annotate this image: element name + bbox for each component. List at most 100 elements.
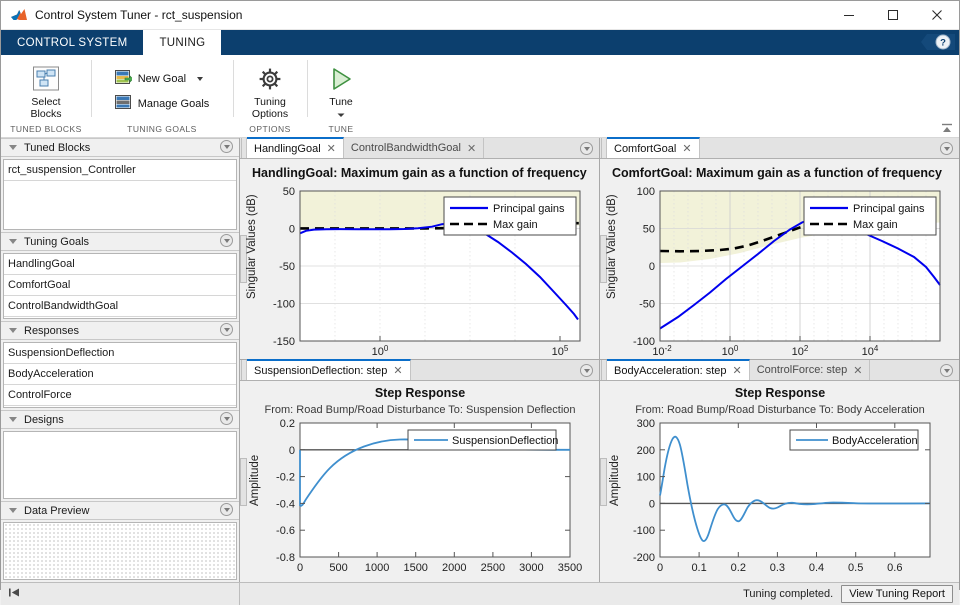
new-goal-label: New Goal: [137, 72, 187, 85]
suspension-ytick--0.8: -0.8: [276, 552, 295, 564]
sidebar-section-designs-header[interactable]: Designs: [1, 410, 239, 429]
tabstrip-suspension-menu[interactable]: [580, 360, 599, 380]
control-system-tuner-window: Control System Tuner - rct_suspension CO…: [0, 0, 960, 605]
tab-comfortgoal-label: ComfortGoal: [614, 142, 677, 155]
tab-bodyacceleration-step[interactable]: BodyAcceleration: step ✕: [607, 359, 750, 380]
chevron-down-icon[interactable]: [9, 328, 17, 333]
matlab-icon: [10, 7, 28, 23]
tune-button[interactable]: Tune: [317, 62, 365, 121]
sidebar-list-data-preview[interactable]: [3, 522, 237, 580]
jump-to-start-icon[interactable]: [8, 587, 21, 601]
sidebar-section-tuned-blocks-header[interactable]: Tuned Blocks: [1, 138, 239, 157]
suspension-ytick--0.6: -0.6: [276, 525, 295, 537]
tab-comfortgoal[interactable]: ComfortGoal ✕: [607, 137, 700, 158]
sidebar-section-data-preview-header[interactable]: Data Preview: [1, 501, 239, 520]
tabstrip-bodyaccel-menu[interactable]: [940, 360, 959, 380]
sidebar-list-designs[interactable]: [3, 431, 237, 499]
minimize-button[interactable]: [827, 1, 871, 29]
bodyaccel-xtick-0.3: 0.3: [770, 562, 785, 574]
new-goal-button[interactable]: New Goal: [112, 69, 213, 89]
bodyaccel-xtick-0.4: 0.4: [809, 562, 824, 574]
tab-drag-grip[interactable]: [600, 360, 607, 380]
select-blocks-button[interactable]: Select Blocks: [15, 62, 77, 120]
play-icon: [326, 64, 356, 94]
list-item[interactable]: HandlingGoal: [4, 254, 236, 275]
bodyaccel-ytick-200: 200: [637, 445, 655, 457]
sidebar-list-tuning-goals[interactable]: HandlingGoal ComfortGoal ControlBandwidt…: [3, 253, 237, 319]
bodyaccel-xtick-0.5: 0.5: [848, 562, 863, 574]
sidebar-section-tuned-blocks-menu-icon[interactable]: [220, 139, 233, 156]
suspension-xtick-2500: 2500: [481, 562, 505, 574]
manage-goals-button[interactable]: Manage Goals: [112, 94, 213, 114]
sidebar-section-responses-menu-icon[interactable]: [220, 322, 233, 339]
sidebar-section-tuning-goals-header[interactable]: Tuning Goals: [1, 232, 239, 251]
handling-ytick-0: 0: [289, 224, 295, 236]
select-blocks-icon: [31, 64, 61, 94]
tab-controlbandwidthgoal-label: ControlBandwidthGoal: [350, 142, 461, 154]
suspension-ylabel: Amplitude: [249, 455, 261, 506]
list-item[interactable]: ComfortGoal: [4, 275, 236, 296]
list-item[interactable]: SuspensionDeflection: [4, 343, 236, 364]
maximize-button[interactable]: [871, 1, 915, 29]
close-icon[interactable]: ✕: [733, 364, 742, 377]
comfort-ytick-100: 100: [637, 186, 655, 198]
plot-handling-goal: HandlingGoal: Maximum gain as a function…: [240, 159, 599, 359]
comfort-xtick-3: 102: [792, 344, 809, 358]
ribbon-group-tuning-goals: New Goal Manage Goals TUNING GOALS: [91, 55, 233, 137]
help-button[interactable]: ?: [933, 33, 953, 51]
sidebar-list-tuned-blocks[interactable]: rct_suspension_Controller: [3, 159, 237, 230]
bodyaccel-ytick-300: 300: [637, 418, 655, 430]
handling-chart-title: HandlingGoal: Maximum gain as a function…: [252, 166, 587, 180]
ribbon-tab-strip: CONTROL SYSTEM TUNING ?: [1, 30, 959, 55]
sidebar-list-responses[interactable]: SuspensionDeflection BodyAcceleration Co…: [3, 342, 237, 408]
close-icon[interactable]: ✕: [682, 142, 691, 155]
tabstrip-handling-menu[interactable]: [580, 138, 599, 158]
list-item[interactable]: BodyAcceleration: [4, 364, 236, 385]
tuning-options-button[interactable]: Tuning Options: [239, 62, 301, 120]
tab-handlinggoal[interactable]: HandlingGoal ✕: [247, 137, 344, 158]
close-icon[interactable]: ✕: [853, 364, 862, 377]
ribbon-filler: [375, 55, 959, 137]
sidebar-section-designs-menu-icon[interactable]: [220, 411, 233, 428]
sidebar-section-data-preview-menu-icon[interactable]: [220, 502, 233, 519]
comfort-goal-chart-svg: ComfortGoal: Maximum gain as a function …: [606, 166, 942, 358]
list-item[interactable]: rct_suspension_Controller: [4, 160, 236, 181]
handling-xtick-1: 100: [372, 344, 389, 358]
close-button[interactable]: [915, 1, 959, 29]
chevron-down-icon[interactable]: [9, 239, 17, 244]
tab-controlbandwidthgoal[interactable]: ControlBandwidthGoal ✕: [343, 138, 485, 158]
chevron-down-icon[interactable]: [9, 508, 17, 513]
sidebar-section-responses-header[interactable]: Responses: [1, 321, 239, 340]
chevron-down-icon[interactable]: [197, 76, 204, 81]
collapse-ribbon-button[interactable]: [939, 121, 955, 135]
window-controls: [827, 1, 959, 29]
tabstrip-suspension: SuspensionDeflection: step ✕: [240, 359, 599, 381]
comfort-legend-maxgain: Max gain: [853, 219, 898, 231]
handling-ylabel: Singular Values (dB): [246, 194, 258, 299]
tab-drag-grip[interactable]: [240, 360, 247, 380]
tabstrip-comfort: ComfortGoal ✕: [600, 137, 959, 159]
tab-control-system[interactable]: CONTROL SYSTEM: [1, 30, 143, 55]
sidebar-section-tuning-goals-menu-icon[interactable]: [220, 233, 233, 250]
tab-drag-grip[interactable]: [240, 138, 247, 158]
chevron-down-icon[interactable]: [9, 145, 17, 150]
tab-tuning[interactable]: TUNING: [143, 30, 222, 55]
tab-handlinggoal-label: HandlingGoal: [254, 142, 321, 155]
tab-suspensiondeflection-step[interactable]: SuspensionDeflection: step ✕: [247, 359, 411, 380]
tab-controlforce-step[interactable]: ControlForce: step ✕: [749, 360, 871, 380]
suspension-ytick-0.2: 0.2: [280, 418, 295, 430]
chevron-down-icon[interactable]: [9, 417, 17, 422]
handling-legend: Principal gains Max gain: [443, 196, 577, 236]
ribbon-group-tuned-blocks: Select Blocks TUNED BLOCKS: [1, 55, 91, 137]
tab-drag-grip[interactable]: [600, 138, 607, 158]
close-icon[interactable]: ✕: [467, 142, 476, 155]
tabstrip-comfort-menu[interactable]: [940, 138, 959, 158]
close-icon[interactable]: ✕: [327, 142, 336, 155]
list-item[interactable]: ControlForce: [4, 385, 236, 406]
tab-tuning-label: TUNING: [159, 36, 206, 49]
view-tuning-report-button[interactable]: View Tuning Report: [841, 585, 953, 603]
list-item[interactable]: ControlBandwidthGoal: [4, 296, 236, 317]
tune-chevron-down-icon[interactable]: [336, 109, 346, 121]
close-icon[interactable]: ✕: [393, 364, 402, 377]
comfort-chart-title: ComfortGoal: Maximum gain as a function …: [612, 166, 942, 180]
